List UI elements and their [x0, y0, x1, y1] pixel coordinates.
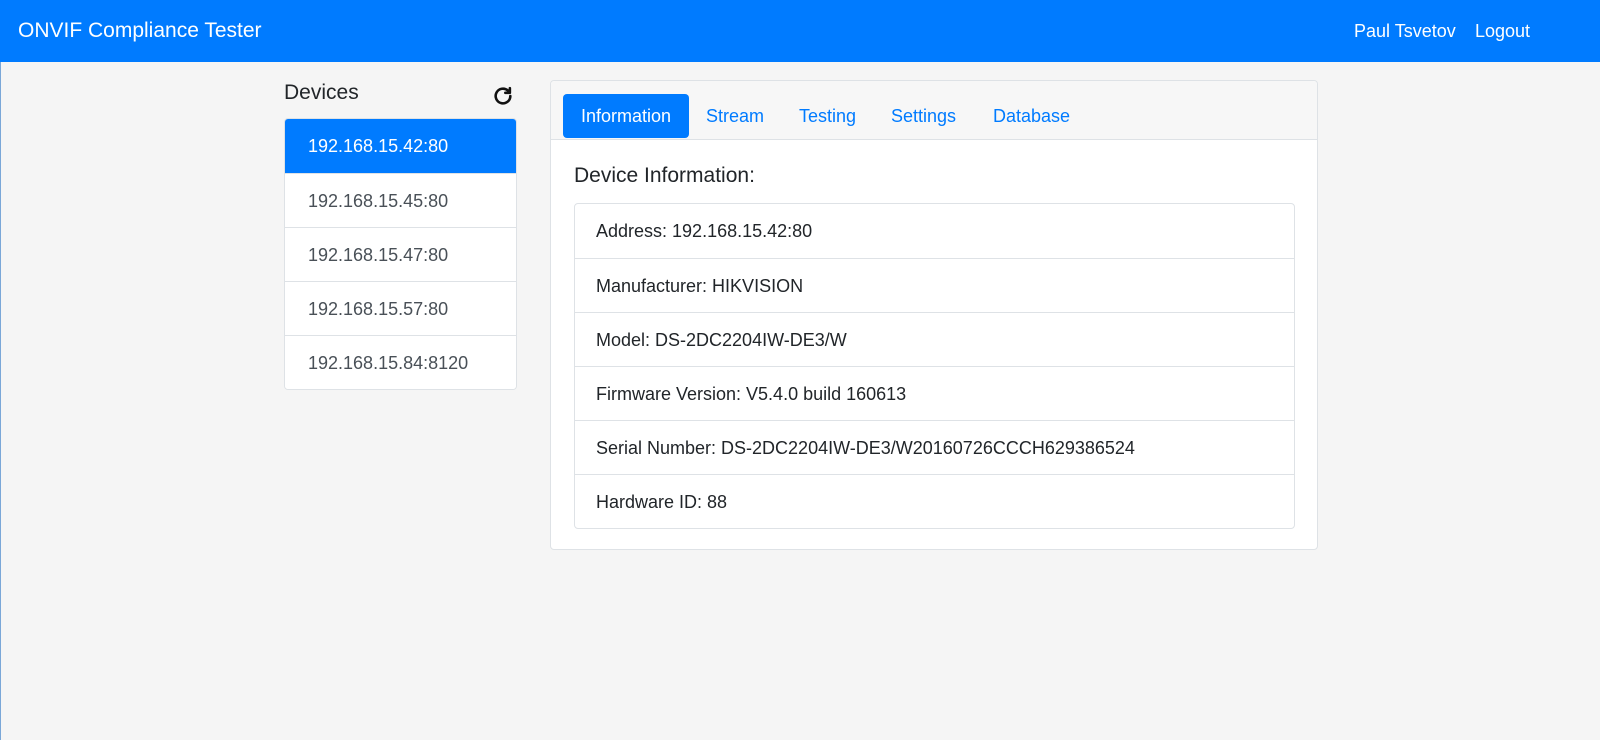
tab-stream[interactable]: Stream	[688, 94, 782, 138]
device-info-title: Device Information:	[574, 164, 755, 187]
info-serial: Serial Number: DS-2DC2204IW-DE3/W2016072…	[575, 420, 1294, 474]
devices-heading: Devices	[284, 81, 359, 104]
device-list: 192.168.15.42:80 192.168.15.45:80 192.16…	[284, 118, 517, 390]
device-item[interactable]: 192.168.15.42:80	[285, 119, 516, 173]
info-model: Model: DS-2DC2204IW-DE3/W	[575, 312, 1294, 366]
device-item[interactable]: 192.168.15.47:80	[285, 227, 516, 281]
device-info-list: Address: 192.168.15.42:80 Manufacturer: …	[574, 203, 1295, 529]
app-brand[interactable]: ONVIF Compliance Tester	[18, 19, 262, 43]
device-item[interactable]: 192.168.15.84:8120	[285, 335, 516, 389]
tab-settings[interactable]: Settings	[873, 94, 974, 138]
tab-testing[interactable]: Testing	[781, 94, 874, 138]
device-item[interactable]: 192.168.15.45:80	[285, 173, 516, 227]
info-firmware: Firmware Version: V5.4.0 build 160613	[575, 366, 1294, 420]
page-left-border	[0, 62, 1, 740]
top-navbar: ONVIF Compliance Tester Paul Tsvetov Log…	[0, 0, 1600, 62]
tab-bar: Information Stream Testing Settings Data…	[551, 81, 1317, 140]
info-hardware-id: Hardware ID: 88	[575, 474, 1294, 528]
device-card: Information Stream Testing Settings Data…	[550, 80, 1318, 550]
logout-link[interactable]: Logout	[1475, 21, 1530, 42]
device-item[interactable]: 192.168.15.57:80	[285, 281, 516, 335]
refresh-icon[interactable]	[492, 85, 514, 107]
user-link[interactable]: Paul Tsvetov	[1354, 21, 1456, 42]
info-address: Address: 192.168.15.42:80	[596, 221, 813, 241]
tab-information[interactable]: Information	[563, 94, 690, 138]
info-manufacturer: Manufacturer: HIKVISION	[575, 258, 1294, 312]
tab-database[interactable]: Database	[975, 94, 1088, 138]
